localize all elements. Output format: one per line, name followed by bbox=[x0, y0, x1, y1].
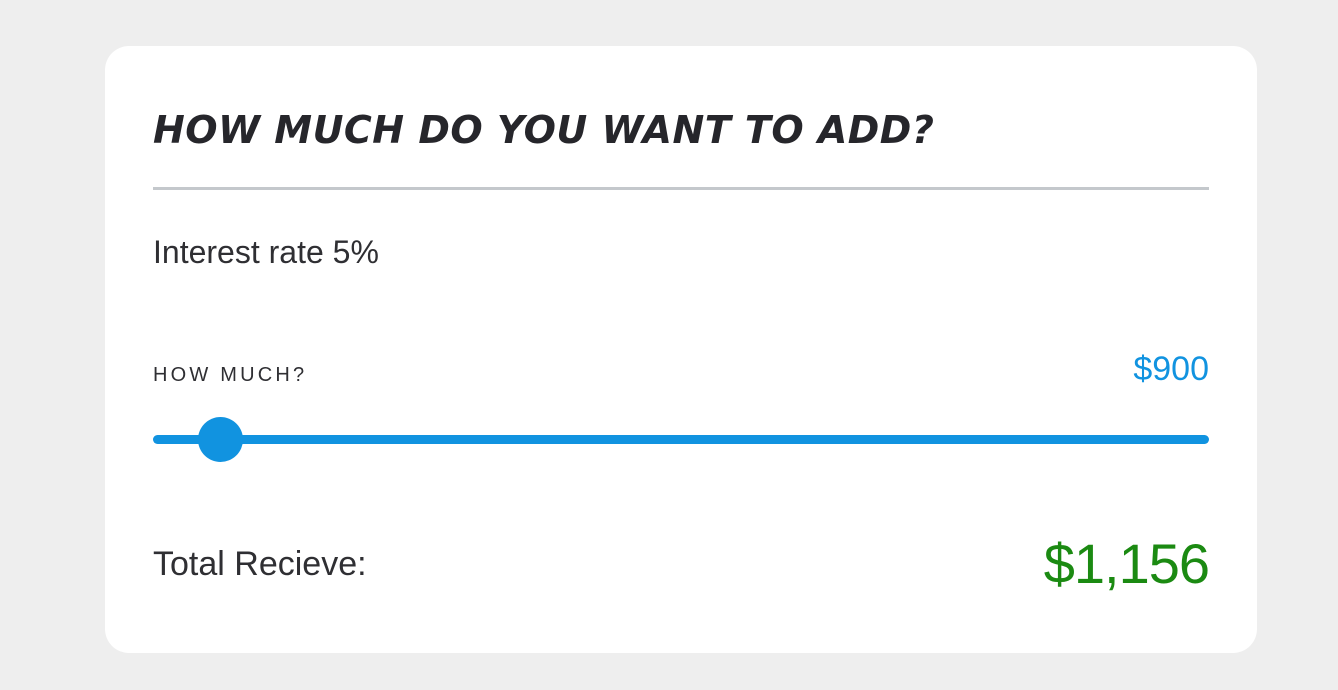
total-receive-label: Total Recieve: bbox=[153, 545, 367, 583]
add-funds-card: HOW MUCH DO YOU WANT TO ADD? Interest ra… bbox=[105, 46, 1257, 653]
total-receive-value: $1,156 bbox=[1043, 532, 1210, 595]
card-title: HOW MUCH DO YOU WANT TO ADD? bbox=[153, 108, 935, 152]
title-divider bbox=[153, 187, 1209, 190]
slider-thumb[interactable] bbox=[197, 417, 243, 462]
amount-label: HOW MUCH? bbox=[153, 364, 308, 386]
amount-value: $900 bbox=[1133, 350, 1209, 388]
amount-slider[interactable] bbox=[153, 416, 1209, 462]
slider-track[interactable] bbox=[153, 435, 1209, 444]
interest-rate-text: Interest rate 5% bbox=[153, 234, 379, 270]
